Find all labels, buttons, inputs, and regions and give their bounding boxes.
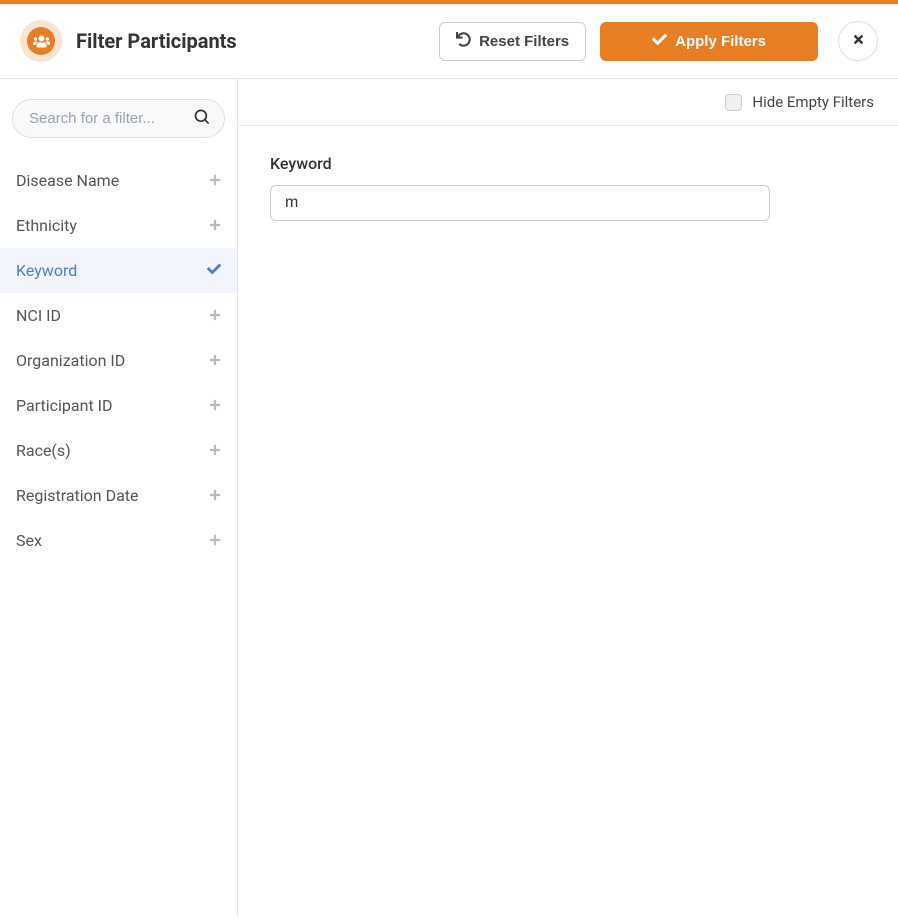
filter-item-label: NCI ID [16, 306, 61, 325]
header: Filter Participants Reset Filters Apply … [0, 4, 898, 79]
filter-item-label: Keyword [16, 261, 77, 280]
apply-filters-button[interactable]: Apply Filters [600, 22, 818, 61]
filter-item-sex[interactable]: Sex [0, 518, 237, 563]
sidebar: Disease Name Ethnicity Keyword NCI ID Organi… [0, 79, 238, 916]
filter-item-race-s-[interactable]: Race(s) [0, 428, 237, 473]
plus-icon [209, 216, 221, 235]
search-wrapper [0, 79, 237, 150]
header-icon-wrapper [20, 20, 62, 62]
plus-icon [209, 171, 221, 190]
reset-filters-label: Reset Filters [479, 33, 569, 50]
filter-item-label: Organization ID [16, 351, 125, 370]
keyword-field-label: Keyword [270, 154, 866, 173]
main-topbar: Hide Empty Filters [238, 79, 898, 126]
filter-item-registration-date[interactable]: Registration Date [0, 473, 237, 518]
plus-icon [209, 351, 221, 370]
filter-item-label: Registration Date [16, 486, 139, 505]
filter-item-nci-id[interactable]: NCI ID [0, 293, 237, 338]
check-icon [207, 261, 221, 280]
filter-item-label: Ethnicity [16, 216, 77, 235]
main-panel: Hide Empty Filters Keyword [238, 79, 898, 916]
plus-icon [209, 486, 221, 505]
page-title: Filter Participants [76, 29, 425, 53]
undo-icon [456, 32, 471, 51]
hide-empty-label[interactable]: Hide Empty Filters [752, 93, 874, 111]
reset-filters-button[interactable]: Reset Filters [439, 22, 586, 61]
participants-icon [27, 27, 55, 55]
filter-item-disease-name[interactable]: Disease Name [0, 158, 237, 203]
close-icon [852, 33, 865, 49]
plus-icon [209, 531, 221, 550]
filter-item-label: Sex [16, 531, 42, 550]
filter-item-label: Disease Name [16, 171, 119, 190]
hide-empty-checkbox[interactable] [725, 94, 742, 111]
filter-item-ethnicity[interactable]: Ethnicity [0, 203, 237, 248]
plus-icon [209, 441, 221, 460]
body: Disease Name Ethnicity Keyword NCI ID Organi… [0, 79, 898, 916]
filter-item-organization-id[interactable]: Organization ID [0, 338, 237, 383]
apply-filters-label: Apply Filters [675, 33, 766, 50]
filter-item-label: Participant ID [16, 396, 113, 415]
filter-item-keyword[interactable]: Keyword [0, 248, 237, 293]
filter-item-label: Race(s) [16, 441, 71, 460]
plus-icon [209, 306, 221, 325]
main-content: Keyword [238, 126, 898, 249]
search-input[interactable] [12, 99, 225, 138]
filter-list: Disease Name Ethnicity Keyword NCI ID Organi… [0, 150, 237, 563]
check-icon [652, 32, 667, 51]
close-button[interactable] [838, 21, 878, 61]
filter-item-participant-id[interactable]: Participant ID [0, 383, 237, 428]
keyword-input[interactable] [270, 185, 770, 221]
search-box [12, 99, 225, 138]
plus-icon [209, 396, 221, 415]
